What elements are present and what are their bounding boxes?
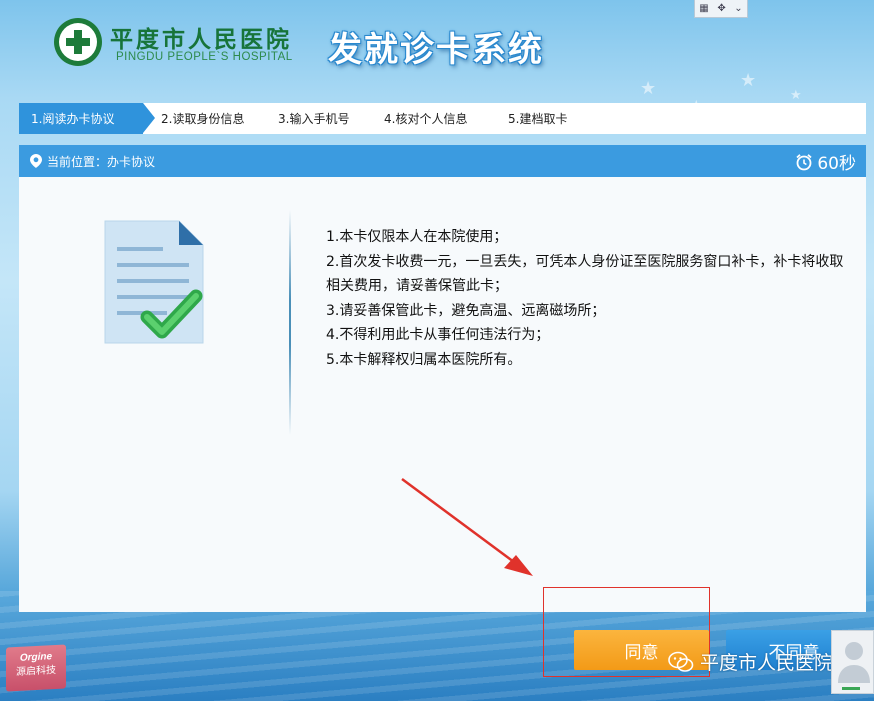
term-item: 3.请妥善保管此卡，避免高温、远离磁场所；	[326, 302, 606, 319]
step-1-read-agreement: 1.阅读办卡协议	[19, 103, 155, 134]
hospital-name-cn: 平度市人民医院	[110, 26, 292, 53]
term-item: 2.首次发卡收费一元，一旦丢失，可凭本人身份证至医院服务窗口补卡，补卡将收取相关…	[326, 253, 844, 295]
person-icon	[838, 642, 870, 690]
term-item: 5.本卡解释权归属本医院所有。	[326, 351, 522, 368]
watermark-text: 平度市人民医院	[700, 652, 834, 674]
term-item: 4.不得利用此卡从事任何违法行为；	[326, 327, 550, 343]
location-pin-icon	[30, 154, 42, 168]
wechat-icon	[668, 651, 694, 672]
user-avatar	[831, 630, 874, 694]
brand-name-cn: 源启科技	[16, 664, 56, 679]
term-item: 1.本卡仅限本人在本院使用；	[326, 229, 508, 245]
grid-icon[interactable]: ▦	[699, 3, 708, 14]
document-check-icon	[104, 220, 204, 344]
alarm-clock-icon	[796, 153, 812, 170]
step-3-phone: 3.输入手机号	[278, 112, 350, 126]
countdown-timer: 60秒	[795, 149, 856, 174]
panel-header: 当前位置：办卡协议 60秒	[19, 145, 866, 177]
brand-badge: Orgine 源启科技	[6, 644, 66, 692]
annotation-arrow	[401, 477, 533, 576]
window-controls[interactable]: ▦ ✥ ⌄	[694, 0, 748, 18]
step-2-read-id: 2.读取身份信息	[161, 112, 245, 126]
current-location: 当前位置：办卡协议	[47, 154, 156, 169]
hospital-name-en: PINGDU PEOPLE`S HOSPITAL	[116, 51, 293, 63]
wechat-watermark: 平度市人民医院	[668, 648, 833, 675]
chevron-down-icon[interactable]: ⌄	[734, 3, 742, 14]
step-5-get-card: 5.建档取卡	[508, 112, 568, 126]
hospital-logo	[54, 18, 102, 66]
system-title: 发就诊卡系统	[328, 30, 544, 70]
agreement-terms: 1.本卡仅限本人在本院使用； 2.首次发卡收费一元，一旦丢失，可凭本人身份证至医…	[326, 225, 856, 372]
step-progress-bar: 1.阅读办卡协议 2.读取身份信息 3.输入手机号 4.核对个人信息 5.建档取…	[19, 103, 866, 134]
move-icon[interactable]: ✥	[717, 3, 725, 14]
step-4-verify-info: 4.核对个人信息	[384, 112, 468, 126]
vertical-divider	[289, 210, 291, 435]
timer-value: 60秒	[817, 154, 856, 174]
